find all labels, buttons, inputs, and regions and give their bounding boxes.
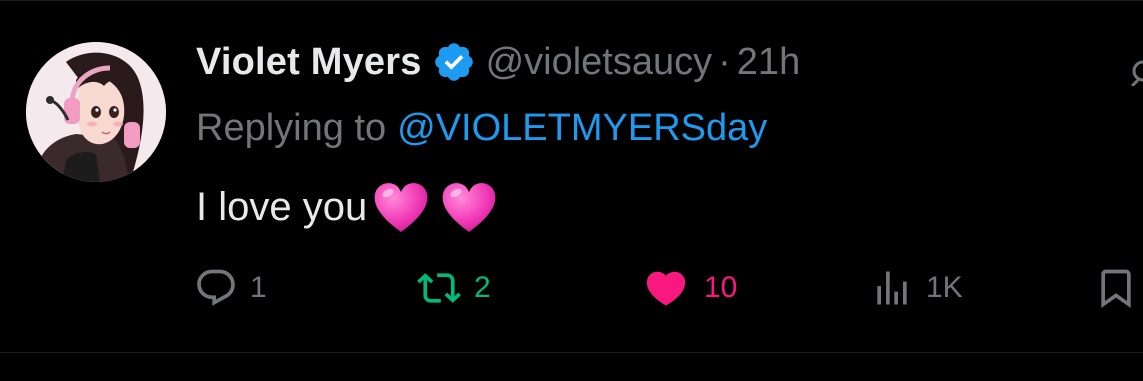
handle[interactable]: @violetsaucy <box>486 41 713 84</box>
tweet-text-content: I love you <box>196 184 368 229</box>
anime-girl-headset-avatar-icon <box>26 42 166 182</box>
reply-count: 1 <box>250 271 267 304</box>
grok-icon[interactable] <box>1128 56 1143 86</box>
tweet[interactable]: Violet Myers @violetsaucy · 21h Replying… <box>0 0 1143 381</box>
bookmark-icon <box>1101 269 1131 309</box>
display-name[interactable]: Violet Myers <box>196 41 422 84</box>
divider-top <box>0 0 1143 1</box>
reply-mention-link[interactable]: @VIOLETMYERSday <box>397 107 767 150</box>
action-bar: 1 2 10 1K <box>0 258 1143 318</box>
avatar[interactable] <box>26 42 166 182</box>
views-bar-chart-icon <box>877 271 907 305</box>
like-count: 10 <box>704 271 738 304</box>
reply-bubble-icon <box>197 269 235 306</box>
retweet-icon <box>417 273 461 303</box>
separator-dot: · <box>718 40 731 83</box>
views-count: 1K <box>926 271 963 304</box>
tweet-header: Violet Myers @violetsaucy · 21h <box>196 38 800 86</box>
replying-to-label: Replying to <box>196 106 387 149</box>
pink-heart-emoji-icon <box>371 178 431 236</box>
reply-button[interactable]: 1 <box>194 258 267 318</box>
divider-bottom <box>0 352 1143 353</box>
retweet-count: 2 <box>474 271 491 304</box>
heart-icon <box>646 271 686 306</box>
tweet-text: I love you <box>196 178 499 236</box>
bookmark-button[interactable] <box>1094 258 1138 318</box>
views-button[interactable]: 1K <box>870 258 963 318</box>
pink-heart-emoji-icon <box>439 178 499 236</box>
replying-to: Replying to @VIOLETMYERSday <box>196 104 767 152</box>
timestamp[interactable]: 21h <box>737 41 800 84</box>
verified-badge-icon[interactable] <box>432 40 476 84</box>
like-button[interactable]: 10 <box>640 258 737 318</box>
retweet-button[interactable]: 2 <box>416 258 491 318</box>
